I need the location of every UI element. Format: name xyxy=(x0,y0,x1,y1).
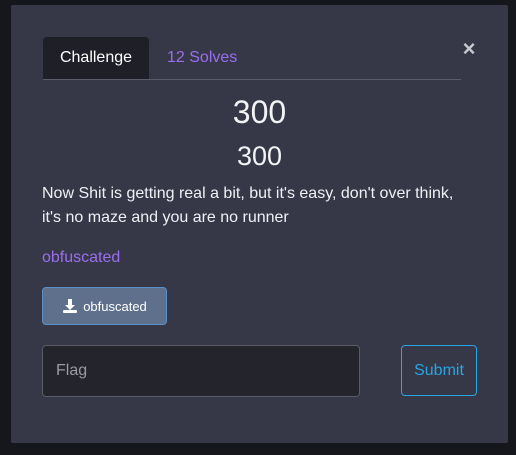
download-icon xyxy=(62,298,78,314)
file-link[interactable]: obfuscated xyxy=(42,249,120,267)
challenge-value: 300 xyxy=(236,141,283,171)
tab-solves[interactable]: 12 Solves xyxy=(151,37,253,79)
close-icon[interactable]: × xyxy=(459,37,479,61)
challenge-modal: × Challenge 12 Solves 300 300 Now Shit i… xyxy=(11,5,508,443)
tab-challenge[interactable]: Challenge xyxy=(43,37,149,79)
flag-input[interactable] xyxy=(42,345,360,397)
submit-button[interactable]: Submit xyxy=(401,345,477,396)
challenge-description: Now Shit is getting real a bit, but it's… xyxy=(42,185,454,226)
download-button-label: obfuscated xyxy=(83,298,147,314)
download-file-button[interactable]: obfuscated xyxy=(42,287,167,325)
challenge-name: 300 xyxy=(232,94,287,130)
challenge-tabs: Challenge 12 Solves xyxy=(43,37,461,80)
